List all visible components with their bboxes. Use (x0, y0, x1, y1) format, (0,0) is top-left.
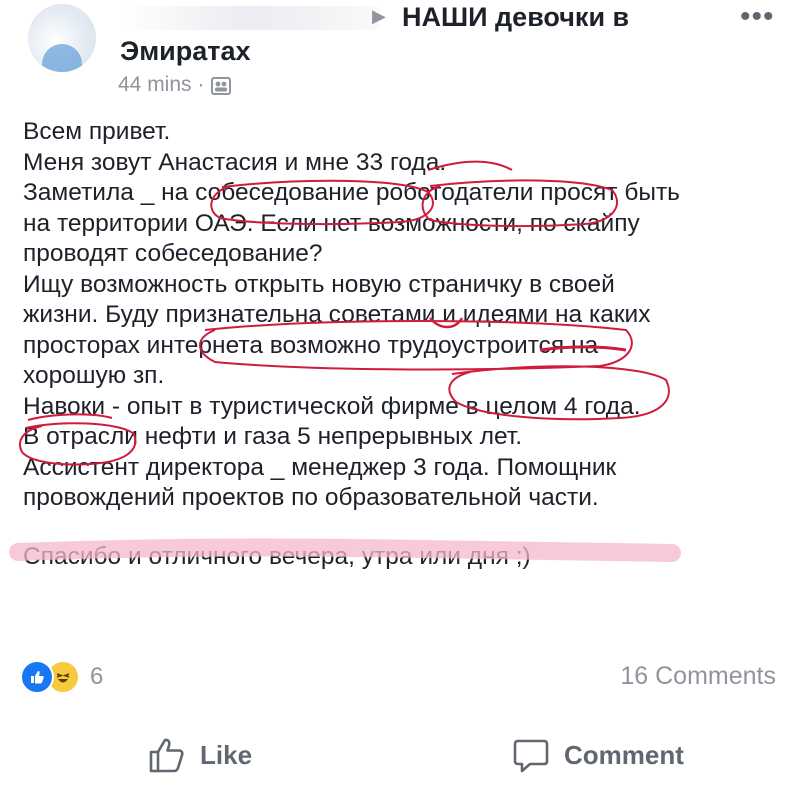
thumbs-up-small-icon (31, 671, 44, 684)
post-line: на территории ОАЭ. Если нет возможности,… (23, 209, 640, 237)
post-line: просторах интернета возможно трудоустрои… (23, 331, 599, 359)
post-time[interactable]: 44 mins (118, 73, 192, 97)
comment-button[interactable]: Comment (512, 736, 684, 774)
speech-bubble-icon (513, 739, 549, 773)
thumbs-up-icon (149, 738, 184, 773)
post-closing-line: Спасибо и отличного вечера, утра или дня… (23, 542, 531, 570)
post-line: Заметила _ на собеседование роботодатели… (23, 179, 680, 206)
triangle-right-icon: ▶ (372, 6, 386, 26)
post-line: провождений проектов по образовательной … (23, 484, 599, 511)
post-line: жизни. Буду признательна советами и идея… (23, 301, 651, 328)
post-line: Всем привет. (23, 118, 171, 145)
comments-count[interactable]: 16 Comments (620, 662, 776, 691)
laughing-face-icon (56, 673, 70, 683)
like-label: Like (200, 739, 253, 770)
post-line: В отрасли нефти и газа 5 непрерывных лет… (23, 423, 523, 450)
meta-separator: · (197, 73, 205, 96)
more-options-icon[interactable]: ••• (740, 0, 775, 34)
post-body: Всем привет. Меня зовут Анастасия и мне … (23, 117, 783, 572)
post-meta: 44 mins · (118, 73, 231, 97)
author-name-blurred[interactable] (120, 6, 380, 30)
post-line: Навоки - опыт в туристической фирме в це… (23, 392, 641, 420)
group-icon (210, 77, 231, 95)
post-header: ▶ НАШИ девочки в Эмиратах ••• 44 mins · (0, 0, 800, 110)
post-actions-bar: Like Comment (0, 722, 800, 786)
reaction-count: 6 (90, 663, 104, 690)
post-line: Меня зовут Анастасия и мне 33 года. (23, 148, 447, 176)
like-reaction-icon (20, 660, 54, 694)
group-name[interactable]: НАШИ девочки в (402, 2, 629, 33)
post-line: Ищу возможность открыть новую страничку … (23, 270, 615, 298)
author-avatar[interactable] (28, 4, 96, 72)
like-button[interactable]: Like (148, 736, 252, 774)
group-name-continued[interactable]: Эмиратах (120, 36, 251, 67)
reactions-summary[interactable]: 6 (20, 660, 103, 694)
post-line: проводят собеседование? (23, 240, 323, 267)
post-line: Ассистент директора _ менеджер 3 года. П… (23, 453, 617, 481)
comment-label: Comment (564, 739, 684, 770)
post-line: хорошую зп. (23, 362, 165, 389)
